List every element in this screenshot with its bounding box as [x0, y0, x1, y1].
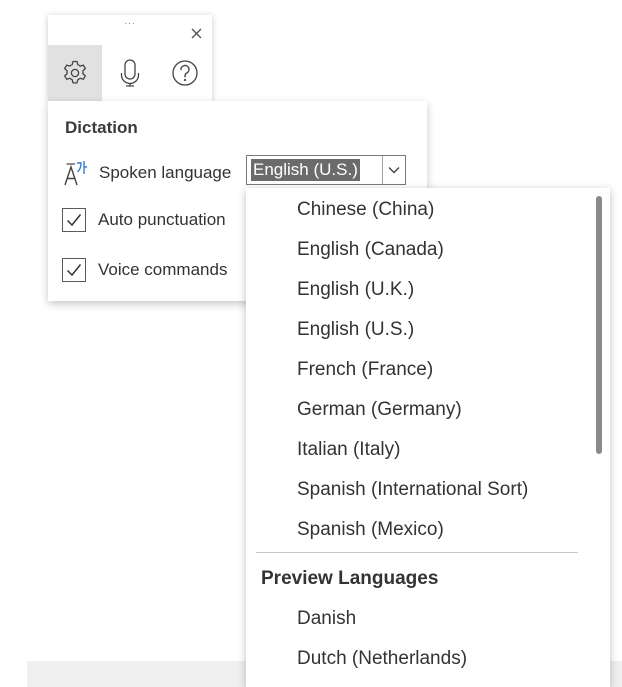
language-option[interactable]: Chinese (China) [297, 199, 434, 221]
question-icon [172, 60, 198, 86]
spoken-language-select[interactable]: English (U.S.) [246, 155, 406, 185]
dictation-toolbar: ... [48, 15, 212, 101]
chevron-down-icon [388, 167, 400, 174]
close-icon [191, 28, 201, 38]
spoken-language-label: Spoken language [99, 163, 232, 182]
preview-language-option[interactable]: Dutch (Netherlands) [297, 648, 467, 670]
language-dropdown-list: Chinese (China) English (Canada) English… [246, 188, 610, 687]
microphone-icon [120, 59, 140, 87]
preview-languages-header: Preview Languages [261, 568, 439, 589]
voice-commands-label: Voice commands [98, 260, 228, 279]
language-option[interactable]: Spanish (International Sort) [297, 479, 528, 501]
settings-button[interactable] [48, 45, 102, 101]
language-icon [64, 161, 87, 186]
auto-punctuation-label: Auto punctuation [98, 210, 226, 229]
checkmark-icon [66, 264, 82, 277]
dropdown-scrollbar[interactable] [596, 196, 602, 454]
panel-title: Dictation [65, 118, 138, 137]
language-option[interactable]: German (Germany) [297, 399, 462, 421]
microphone-button[interactable] [103, 45, 157, 101]
dictation-window: ... Dictation Spoken language English (U… [0, 0, 622, 687]
language-option[interactable]: French (France) [297, 359, 433, 381]
language-option[interactable]: Spanish (Mexico) [297, 519, 444, 541]
checkmark-icon [66, 214, 82, 227]
dropdown-toggle[interactable] [382, 156, 405, 184]
spoken-language-value: English (U.S.) [251, 159, 360, 181]
language-option[interactable]: English (Canada) [297, 239, 444, 261]
preview-language-option[interactable]: Danish [297, 608, 356, 630]
auto-punctuation-checkbox[interactable] [62, 208, 86, 232]
language-option[interactable]: Italian (Italy) [297, 439, 400, 461]
help-button[interactable] [158, 45, 212, 101]
voice-commands-checkbox[interactable] [62, 258, 86, 282]
gear-icon [64, 60, 86, 84]
drag-grip[interactable]: ... [118, 17, 142, 27]
list-divider [256, 552, 578, 553]
language-option[interactable]: English (U.S.) [297, 319, 414, 341]
close-button[interactable] [186, 23, 206, 43]
language-option[interactable]: English (U.K.) [297, 279, 414, 301]
